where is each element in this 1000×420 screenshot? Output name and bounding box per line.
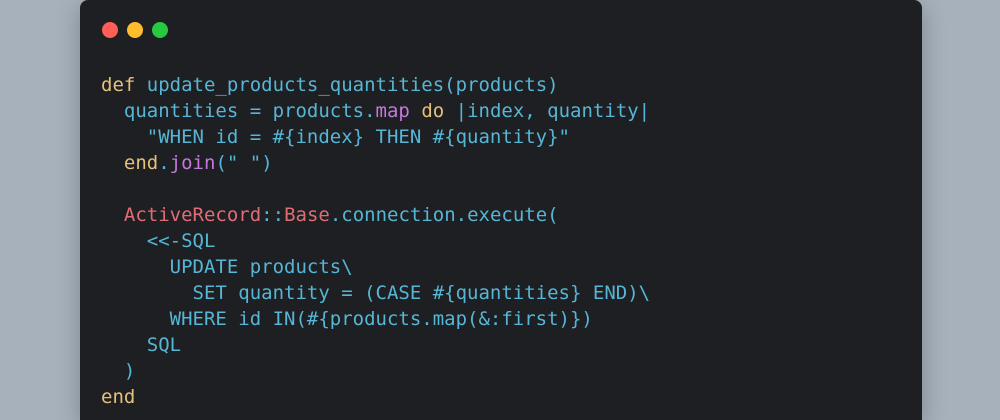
code-token: <<-SQL — [101, 230, 216, 252]
code-token: :: — [261, 204, 285, 226]
maximize-button[interactable] — [152, 22, 168, 38]
code-line: quantities = products.map do |index, qua… — [101, 98, 650, 124]
code-token: do — [421, 100, 445, 122]
code-line: ActiveRecord::Base.connection.execute( — [101, 202, 650, 228]
code-line: WHERE id IN(#{products.map(&:first)}) — [101, 306, 650, 332]
code-token: def — [101, 74, 136, 96]
window-controls — [102, 22, 168, 38]
code-token: "WHEN id = #{index} THEN #{quantity}" — [101, 126, 570, 148]
code-token: update_products_quantities(products) — [135, 74, 559, 96]
code-token: ) — [101, 360, 136, 382]
code-token: WHERE id IN(#{products.map(&:first)}) — [101, 308, 593, 330]
code-line: ) — [101, 358, 650, 384]
code-token: . — [158, 152, 170, 174]
code-token: .connection.execute( — [329, 204, 559, 226]
code-token: map — [375, 100, 410, 122]
code-token: Base — [284, 204, 330, 226]
code-line: end — [101, 384, 650, 410]
code-line: end.join(" ") — [101, 150, 650, 176]
code-token: (" ") — [215, 152, 273, 174]
code-line: SQL — [101, 332, 650, 358]
code-token: end — [123, 152, 159, 174]
code-token: ActiveRecord — [123, 204, 262, 226]
code-token: UPDATE products\ — [101, 256, 353, 278]
code-line: SET quantity = (CASE #{quantities} END)\ — [101, 280, 651, 306]
code-line: def update_products_quantities(products) — [101, 72, 650, 98]
code-line: UPDATE products\ — [101, 254, 650, 280]
code-token: SQL — [101, 334, 182, 356]
close-button[interactable] — [102, 22, 118, 38]
code-token: |index, quantity| — [444, 100, 651, 122]
code-token: SET quantity = (CASE #{quantities} END)\ — [101, 282, 651, 304]
minimize-button[interactable] — [127, 22, 143, 38]
code-window: def update_products_quantities(products)… — [80, 0, 922, 420]
code-line: <<-SQL — [101, 228, 650, 254]
code-block: def update_products_quantities(products)… — [101, 72, 650, 410]
code-line: "WHEN id = #{index} THEN #{quantity}" — [101, 124, 650, 150]
code-token: join — [169, 152, 216, 174]
code-token: quantities = products. — [101, 100, 376, 122]
code-token: end — [101, 386, 136, 408]
